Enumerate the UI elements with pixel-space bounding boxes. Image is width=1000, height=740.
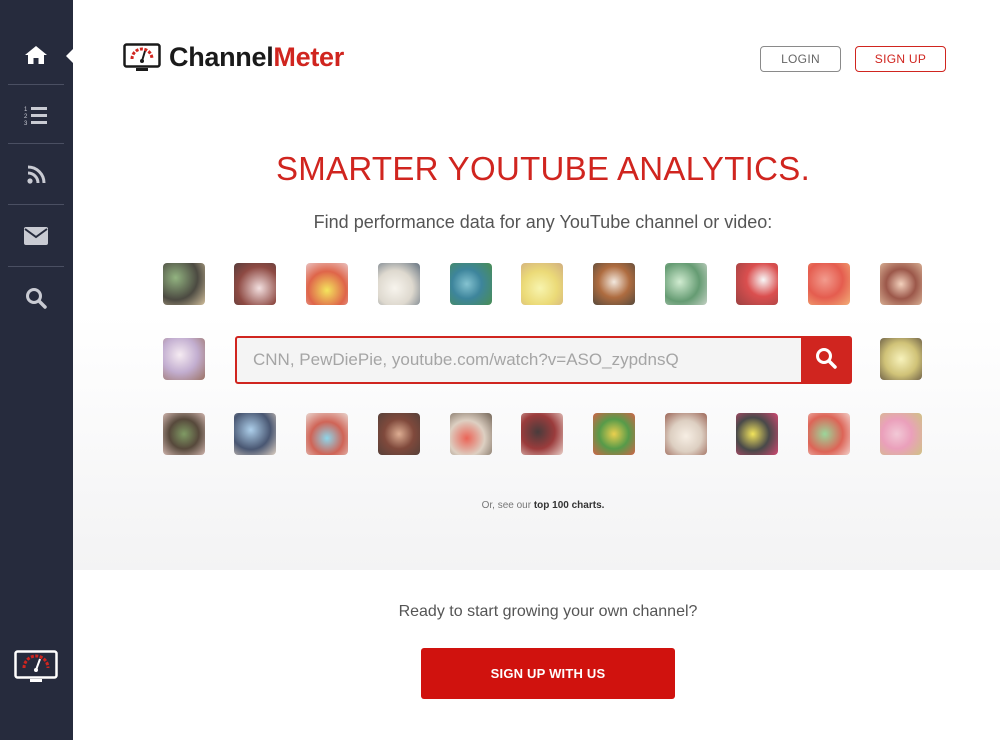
hero-section: ChannelMeter LOGIN SIGN UP SMARTER YOUTU… <box>73 0 1000 570</box>
channel-thumbnail[interactable] <box>808 263 850 305</box>
top-charts-link[interactable]: top 100 charts. <box>534 500 605 511</box>
channel-thumbnail[interactable] <box>880 413 922 455</box>
channel-thumbnail[interactable] <box>163 263 205 305</box>
brand-logo[interactable]: ChannelMeter <box>123 42 344 73</box>
svg-text:2: 2 <box>24 114 28 120</box>
sidebar-item-messages[interactable] <box>8 206 64 266</box>
channel-thumbnail[interactable] <box>665 263 707 305</box>
signup-with-us-button[interactable]: SIGN UP WITH US <box>421 648 675 699</box>
sidebar-divider <box>8 204 64 205</box>
search-bar <box>235 336 852 384</box>
channel-thumbnail[interactable] <box>521 413 563 455</box>
channel-thumbnail[interactable] <box>736 263 778 305</box>
channel-thumbnail[interactable] <box>378 413 420 455</box>
channel-thumbnail[interactable] <box>306 263 348 305</box>
channel-thumbnail[interactable] <box>234 263 276 305</box>
channel-thumbnail[interactable] <box>163 413 205 455</box>
sidebar-item-home[interactable] <box>8 25 64 85</box>
channel-thumbnail[interactable] <box>593 263 635 305</box>
sidebar-divider <box>8 143 64 144</box>
svg-text:1: 1 <box>24 107 28 113</box>
search-input[interactable] <box>237 338 797 382</box>
tv-meter-logo-icon <box>123 42 161 73</box>
channel-thumbnail[interactable] <box>593 413 635 455</box>
sidebar-item-feed[interactable] <box>8 145 64 205</box>
envelope-icon <box>24 227 48 245</box>
channel-thumbnail[interactable] <box>665 413 707 455</box>
search-icon <box>25 287 47 309</box>
svg-text:3: 3 <box>24 121 28 127</box>
search-button[interactable] <box>801 338 850 382</box>
channel-thumbnail[interactable] <box>880 263 922 305</box>
channel-thumbnail[interactable] <box>736 413 778 455</box>
sidebar: 1 2 3 <box>0 0 73 740</box>
channel-thumbnail[interactable] <box>450 413 492 455</box>
login-button[interactable]: LOGIN <box>760 46 841 72</box>
channel-thumbnail[interactable] <box>234 413 276 455</box>
main-content: ChannelMeter LOGIN SIGN UP SMARTER YOUTU… <box>73 0 1000 740</box>
page-headline: SMARTER YOUTUBE ANALYTICS. <box>275 150 811 187</box>
channel-thumbnail[interactable] <box>880 338 922 380</box>
sidebar-item-search[interactable] <box>8 268 64 328</box>
page-subheading: Find performance data for any YouTube ch… <box>313 212 773 232</box>
channel-thumbnail[interactable] <box>163 338 205 380</box>
signup-button[interactable]: SIGN UP <box>855 46 946 72</box>
sidebar-divider <box>8 84 64 85</box>
charts-note: Or, see our top 100 charts. <box>481 500 605 511</box>
channel-thumbnail[interactable] <box>808 413 850 455</box>
sidebar-divider <box>8 266 64 267</box>
home-icon <box>24 45 48 65</box>
channel-thumbnail[interactable] <box>521 263 563 305</box>
tv-meter-logo-icon[interactable] <box>14 650 58 684</box>
channel-thumbnail[interactable] <box>306 413 348 455</box>
ranked-list-icon: 1 2 3 <box>24 105 48 127</box>
brand-name: ChannelMeter <box>169 42 344 72</box>
channel-thumbnail[interactable] <box>378 263 420 305</box>
channel-thumbnail[interactable] <box>450 263 492 305</box>
active-indicator <box>66 49 73 63</box>
search-icon <box>815 347 837 374</box>
cta-text: Ready to start growing your own channel? <box>398 603 698 620</box>
rss-feed-icon <box>26 165 46 185</box>
sidebar-item-rankings[interactable]: 1 2 3 <box>8 86 64 146</box>
